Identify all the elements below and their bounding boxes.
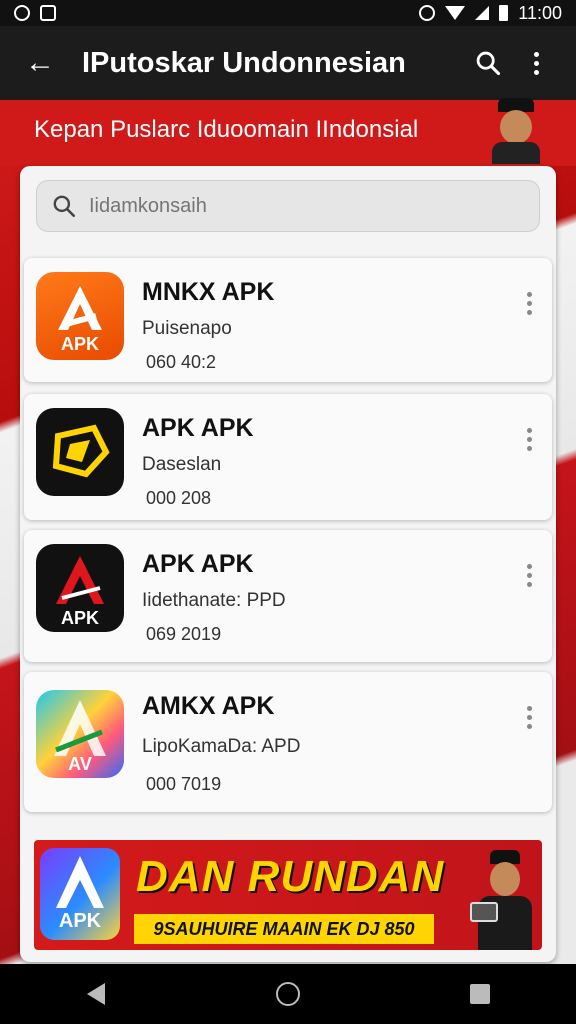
nav-home-button[interactable] [258, 964, 318, 1024]
app-subtitle: LipoKamaDa: APD [142, 736, 301, 757]
search-icon [53, 195, 76, 218]
search-button[interactable] [464, 39, 512, 87]
item-more-button[interactable] [527, 428, 532, 451]
app-list-item[interactable]: APK MNKX APK Puisenapo 060 40:2 [24, 258, 552, 382]
app-meta: 060 40:2 [146, 352, 217, 372]
app-title: MNKX APK [142, 278, 275, 306]
search-input[interactable] [89, 194, 525, 218]
app-title: AMKX APK [142, 692, 275, 720]
more-vert-icon [533, 51, 539, 75]
signal-icon [475, 6, 490, 20]
battery-icon [499, 5, 509, 21]
page-title: IPutoskar Undonnesian [82, 46, 406, 79]
banner-person-image [488, 98, 544, 164]
app-title: APK APK [142, 414, 254, 442]
search-icon [476, 51, 501, 76]
promo-person-image [470, 850, 536, 950]
system-nav-bar [0, 964, 576, 1024]
app-meta: 000 7019 [146, 774, 222, 794]
apk-rainbow-icon: AV [36, 690, 124, 778]
promo-icon-label: APK [58, 910, 102, 932]
triangle-back-icon [87, 983, 105, 1005]
app-subtitle: Puisenapo [142, 318, 232, 339]
nav-recents-button[interactable] [450, 964, 510, 1024]
app-title: APK APK [142, 550, 254, 578]
app-list-item[interactable]: APK APK APK Iidethanate: PPD 069 2019 [24, 530, 552, 662]
app-meta: 000 208 [146, 488, 212, 508]
app-icon-label: APK [60, 334, 99, 354]
camera-icon [470, 902, 498, 922]
item-more-button[interactable] [527, 564, 532, 587]
app-bar: ← IPutoskar Undonnesian [0, 26, 576, 100]
app-icon-label: AV [68, 754, 92, 774]
status-time: 11:00 [518, 2, 562, 23]
back-button[interactable]: ← [16, 39, 64, 87]
apk-promo-icon: APK [40, 848, 120, 940]
apk-black-yellow-icon [36, 408, 124, 496]
top-banner-text: Kepan Puslarc Iduoomain IIndonsial [34, 116, 419, 143]
app-list-item[interactable]: APK APK Daseslan 000 208 [24, 394, 552, 520]
arrow-back-icon: ← [25, 46, 55, 79]
square-recents-icon [470, 984, 490, 1004]
alarm-icon [419, 5, 436, 21]
wifi-icon [445, 6, 466, 20]
promo-banner[interactable]: APK DAN RUNDAN 9SAUHUIRE MAAIN EK DJ 850 [34, 840, 542, 950]
status-bar: 11:00 [0, 0, 576, 26]
app-subtitle: Iidethanate: PPD [142, 590, 286, 611]
apk-orange-icon: APK [36, 272, 124, 360]
status-right: 11:00 [419, 3, 562, 24]
more-options-button[interactable] [512, 39, 560, 87]
promo-subtitle: 9SAUHUIRE MAAIN EK DJ 850 [153, 918, 415, 939]
circle-home-icon [276, 982, 300, 1006]
item-more-button[interactable] [527, 292, 532, 315]
notification-icon [14, 5, 30, 21]
promo-strip: 9SAUHUIRE MAAIN EK DJ 850 [134, 914, 434, 944]
app-list-item[interactable]: AV AMKX APK LipoKamaDa: APD 000 7019 [24, 672, 552, 812]
item-more-button[interactable] [527, 706, 532, 729]
app-meta: 069 2019 [146, 624, 222, 644]
app-icon-label: APK [60, 608, 99, 628]
apk-black-red-icon: APK [36, 544, 124, 632]
app-subtitle: Daseslan [142, 454, 222, 475]
image-notification-icon [40, 5, 56, 21]
status-left [14, 5, 56, 21]
search-bar[interactable] [36, 180, 540, 232]
nav-back-button[interactable] [66, 964, 126, 1024]
promo-title: DAN RUNDAN [136, 852, 445, 901]
